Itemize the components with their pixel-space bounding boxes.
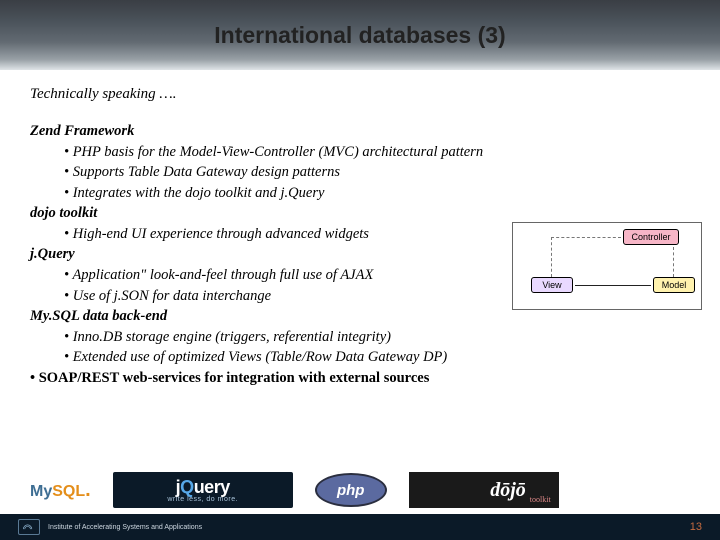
- dojo-logo: dōjō toolkit: [409, 472, 559, 508]
- zend-item: PHP basis for the Model-View-Controller …: [30, 142, 690, 163]
- zend-heading: Zend Framework: [30, 121, 690, 142]
- mysql-my: My: [30, 483, 52, 500]
- mysql-item: Inno.DB storage engine (triggers, refere…: [30, 327, 690, 348]
- mvc-model-box: Model: [653, 277, 695, 293]
- dojo-tk: toolkit: [530, 495, 551, 504]
- footer-logo-icon: [18, 519, 40, 535]
- footer-org: Institute of Accelerating Systems and Ap…: [48, 524, 202, 531]
- mysql-sql: SQL: [52, 483, 85, 500]
- mvc-view-box: View: [531, 277, 573, 293]
- mvc-edge: [575, 285, 651, 286]
- mvc-edge: [673, 247, 674, 277]
- slide-body: Technically speaking …. Zend Framework P…: [0, 70, 720, 540]
- page-number: 13: [690, 521, 702, 533]
- zend-item: Supports Table Data Gateway design patte…: [30, 162, 690, 183]
- mvc-edge: [551, 237, 552, 277]
- dojo-heading: dojo toolkit: [30, 203, 690, 224]
- soap-text: SOAP/REST web-services for integration w…: [39, 370, 430, 386]
- jquery-tagline: write less, do more.: [167, 496, 238, 503]
- lead-text: Technically speaking ….: [30, 86, 690, 103]
- footer-bar: Institute of Accelerating Systems and Ap…: [0, 514, 720, 540]
- mvc-edge: [551, 237, 621, 238]
- mvc-diagram: Controller View Model: [512, 222, 702, 310]
- footer-left: Institute of Accelerating Systems and Ap…: [18, 519, 202, 535]
- mvc-controller-box: Controller: [623, 229, 679, 245]
- jquery-logo: jQuery write less, do more.: [113, 472, 293, 508]
- slide: International databases (3) Technically …: [0, 0, 720, 540]
- php-logo: php: [315, 473, 387, 507]
- logo-row: MySQL. jQuery write less, do more. php d…: [30, 472, 690, 508]
- header-band: International databases (3): [0, 0, 720, 70]
- zend-item: Integrates with the dojo toolkit and j.Q…: [30, 183, 690, 204]
- slide-title: International databases (3): [214, 22, 505, 49]
- soap-line: SOAP/REST web-services for integration w…: [30, 368, 690, 389]
- jquery-text: jQuery: [176, 477, 230, 498]
- dojo-text: dōjō: [490, 479, 526, 502]
- mysql-logo: MySQL.: [30, 479, 91, 502]
- mysql-item: Extended use of optimized Views (Table/R…: [30, 347, 690, 368]
- mysql-dot: .: [85, 479, 91, 501]
